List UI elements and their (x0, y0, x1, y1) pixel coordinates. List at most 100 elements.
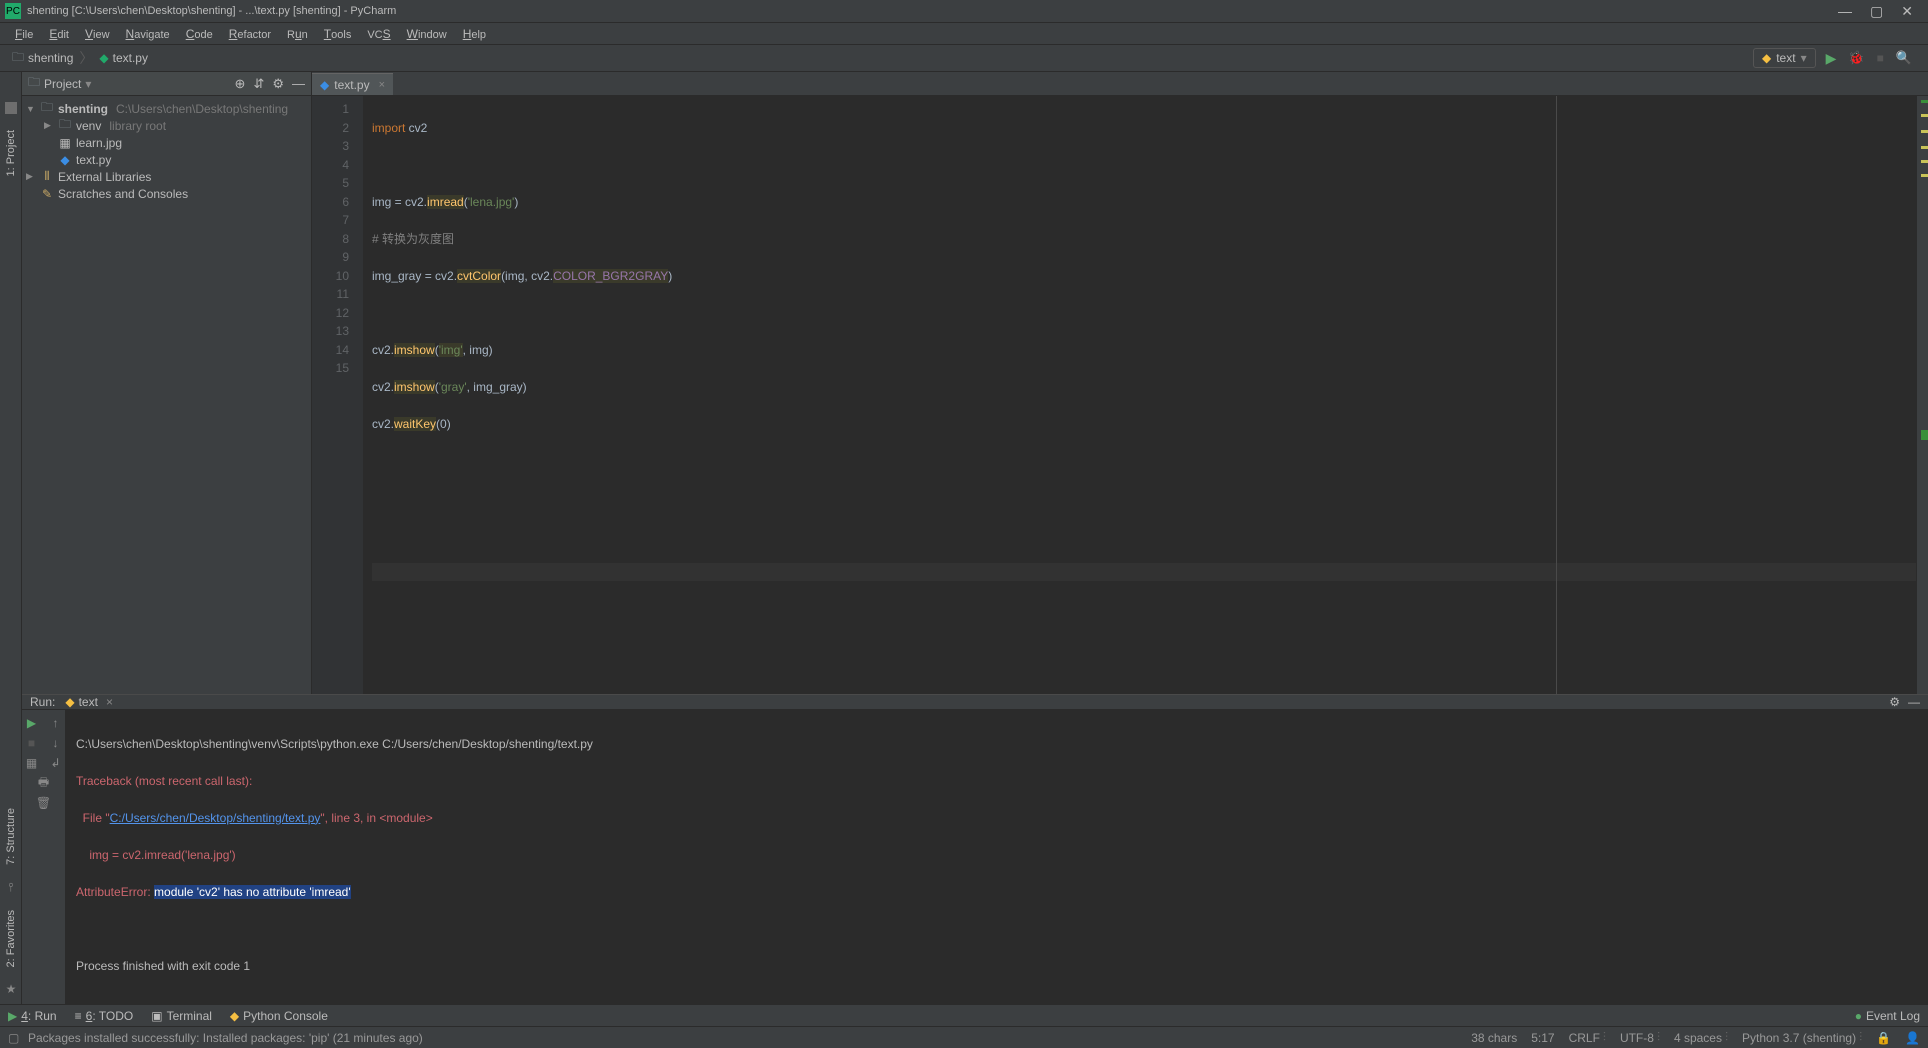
run-button[interactable]: ▶ (1826, 50, 1837, 67)
maximize-icon[interactable]: ▢ (1870, 3, 1883, 20)
stop-button[interactable]: ■ (25, 736, 39, 750)
breadcrumb-root[interactable]: 🗀 shenting (8, 48, 77, 69)
status-chars: 38 chars (1471, 1031, 1517, 1045)
menu-window[interactable]: Window (400, 25, 454, 43)
status-line-separator[interactable]: CRLF⫶ (1569, 1030, 1606, 1045)
menu-refactor[interactable]: Refactor (222, 25, 278, 43)
folder-icon: 🗀 (12, 48, 24, 69)
hector-icon[interactable]: 👤 (1905, 1031, 1920, 1045)
menu-edit[interactable]: Edit (42, 25, 76, 43)
editor-tab-text[interactable]: ◆ text.py × (312, 73, 393, 95)
dropdown-icon[interactable]: ▾ (85, 77, 91, 91)
editor-gutter[interactable]: 123 456 789 101112 131415 (312, 96, 364, 694)
close-tab-icon[interactable]: × (106, 695, 113, 709)
tree-scratches-label: Scratches and Consoles (58, 187, 188, 201)
soft-wrap-icon[interactable]: ↲ (49, 756, 63, 770)
status-encoding[interactable]: UTF-8⫶ (1620, 1030, 1660, 1045)
menu-code[interactable]: Code (179, 25, 220, 43)
project-tool-button-icon[interactable] (5, 102, 17, 114)
debug-button[interactable]: 🐞 (1848, 50, 1864, 66)
tree-file-text-label: text.py (76, 153, 111, 167)
folder-icon: 🗀 (58, 115, 72, 136)
breadcrumb-file[interactable]: ◆ text.py (95, 51, 152, 65)
settings-icon[interactable]: ⚙ (272, 76, 284, 92)
project-panel-header: 🗀 Project ▾ ⊕ ⇵ ⚙ — (22, 72, 311, 96)
readonly-lock-icon[interactable]: 🔒 (1876, 1031, 1891, 1045)
folder-icon: 🗀 (28, 73, 40, 94)
status-interpreter[interactable]: Python 3.7 (shenting)⫶ (1742, 1030, 1862, 1045)
editor-right-margin (1556, 96, 1557, 694)
favorites-tool-button[interactable]: 2: Favorites (5, 910, 17, 967)
project-panel: 🗀 Project ▾ ⊕ ⇵ ⚙ — ▼ 🗀 shenting (22, 72, 312, 694)
hide-icon[interactable]: — (1908, 695, 1920, 709)
expand-icon[interactable]: ▶ (44, 120, 54, 131)
menu-help[interactable]: Help (456, 25, 493, 43)
close-icon[interactable]: ✕ (1901, 3, 1913, 20)
dropdown-icon: ▾ (1801, 51, 1807, 65)
tree-file-text[interactable]: ◆ text.py (22, 151, 311, 168)
todo-tool-tab[interactable]: ≡6: TODO (75, 1009, 134, 1023)
project-tool-button[interactable]: 1: Project (5, 126, 17, 180)
structure-icon[interactable]: ⫯ (8, 880, 13, 895)
search-everywhere-button[interactable]: 🔍 (1896, 50, 1912, 66)
event-log-tool-tab[interactable]: ●Event Log (1855, 1009, 1920, 1023)
run-tool-window: Run: ◆ text × ⚙ — ▶↑ ■↓ ▦↲ 🖶 🗑 C:\ (22, 694, 1928, 1004)
layout-icon[interactable]: ▦ (25, 756, 39, 770)
settings-icon[interactable]: ⚙ (1889, 695, 1900, 709)
collapse-all-icon[interactable]: ⇵ (253, 76, 264, 92)
close-tab-icon[interactable]: × (379, 79, 385, 91)
run-tab[interactable]: ◆ text × (65, 695, 113, 709)
status-message: Packages installed successfully: Install… (28, 1031, 423, 1045)
up-icon[interactable]: ↑ (49, 716, 63, 730)
python-console-tool-tab[interactable]: ◆Python Console (230, 1009, 328, 1023)
tree-venv[interactable]: ▶ 🗀 venv library root (22, 117, 311, 134)
terminal-tool-tab[interactable]: ▣Terminal (151, 1009, 212, 1023)
code-editor[interactable]: import cv2 img = cv2.imread('lena.jpg') … (364, 96, 1916, 694)
run-console[interactable]: C:\Users\chen\Desktop\shenting\venv\Scri… (66, 710, 1928, 1018)
run-configuration-selector[interactable]: ◆ text ▾ (1753, 48, 1816, 68)
status-indent[interactable]: 4 spaces⫶ (1674, 1030, 1728, 1045)
run-tool-tab[interactable]: ▶4: Run (8, 1009, 57, 1023)
todo-icon: ≡ (75, 1009, 82, 1023)
menu-navigate[interactable]: Navigate (119, 25, 177, 43)
status-position[interactable]: 5:17 (1531, 1031, 1554, 1045)
tree-venv-label: venv (76, 119, 101, 133)
favorites-icon[interactable]: ★ (6, 982, 17, 996)
tree-venv-note: library root (109, 119, 166, 133)
print-icon[interactable]: 🖶 (37, 776, 51, 790)
tree-file-learn[interactable]: ▦ learn.jpg (22, 134, 311, 151)
console-exit: Process finished with exit code 1 (76, 957, 1918, 976)
project-tree[interactable]: ▼ 🗀 shenting C:\Users\chen\Desktop\shent… (22, 96, 311, 206)
editor-tab-bar: ◆ text.py × (312, 72, 1928, 96)
status-icon[interactable]: ▢ (8, 1031, 22, 1045)
down-icon[interactable]: ↓ (49, 736, 63, 750)
breadcrumb-file-label: text.py (113, 51, 148, 65)
tree-scratches[interactable]: ✎ Scratches and Consoles (22, 185, 311, 202)
scroll-from-source-icon[interactable]: ⊕ (235, 76, 246, 92)
tree-external-libraries-label: External Libraries (58, 170, 151, 184)
run-icon: ▶ (8, 1009, 17, 1023)
tree-external-libraries[interactable]: ▶ ⫴ External Libraries (22, 168, 311, 185)
editor-error-stripe[interactable] (1916, 96, 1928, 694)
tree-root-label: shenting (58, 102, 108, 116)
rerun-button[interactable]: ▶ (25, 716, 39, 730)
navigation-bar: 🗀 shenting 〉 ◆ text.py ◆ text ▾ ▶ 🐞 ■ 🔍 (0, 45, 1928, 72)
stop-button: ■ (1877, 51, 1884, 65)
tree-file-learn-label: learn.jpg (76, 136, 122, 150)
python-file-icon: ◆ (320, 78, 329, 92)
menu-run[interactable]: Run (280, 25, 315, 43)
expand-icon[interactable]: ▶ (26, 171, 36, 182)
structure-tool-button[interactable]: 7: Structure (5, 808, 17, 865)
delete-icon[interactable]: 🗑 (37, 796, 51, 810)
expand-icon[interactable]: ▼ (26, 104, 36, 114)
menu-tools[interactable]: Tools (317, 25, 359, 43)
menu-vcs[interactable]: VCS (360, 25, 397, 43)
menu-file[interactable]: File (8, 25, 40, 43)
traceback-file-link[interactable]: C:/Users/chen/Desktop/shenting/text.py (110, 811, 321, 825)
hide-icon[interactable]: — (292, 76, 305, 92)
minimize-icon[interactable]: — (1838, 3, 1852, 20)
python-file-icon: ◆ (58, 153, 72, 167)
console-selected-text: module 'cv2' has no attribute 'imread' (154, 885, 351, 899)
python-icon: ◆ (1762, 51, 1771, 65)
menu-view[interactable]: View (78, 25, 117, 43)
